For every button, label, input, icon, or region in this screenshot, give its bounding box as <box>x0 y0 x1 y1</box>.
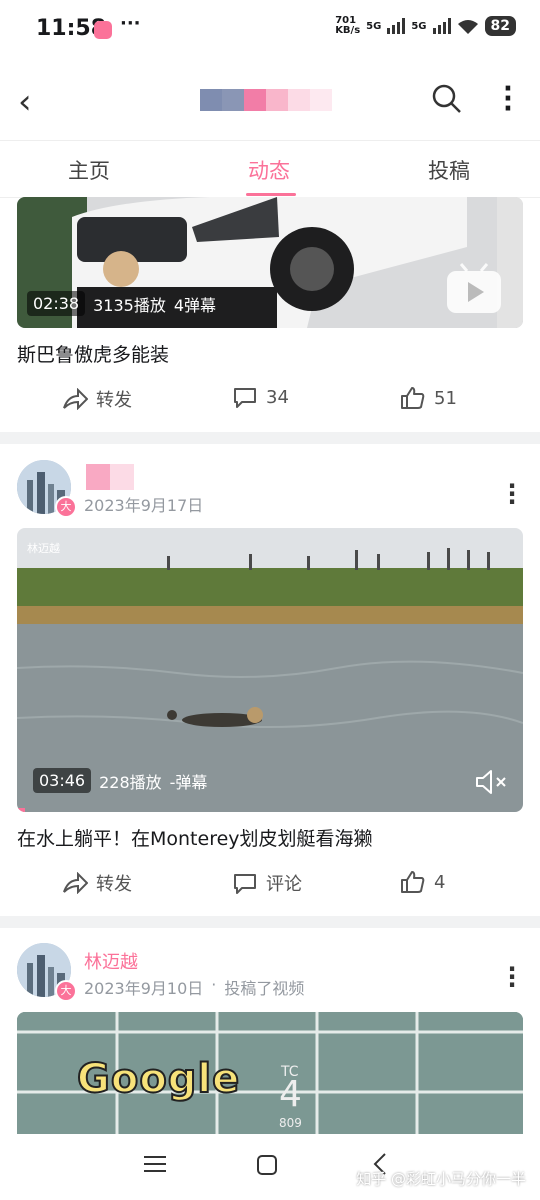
vip-badge: 大 <box>55 496 77 518</box>
status-right: 701 KB/s 5G 5G 82 <box>335 16 516 36</box>
video-meta: 02:38 3135播放 4弹幕 <box>27 291 216 316</box>
comment-count: 34 <box>266 386 289 408</box>
bilibili-tv-icon <box>447 263 501 313</box>
mute-icon[interactable] <box>475 768 511 796</box>
home-icon[interactable] <box>256 1154 278 1176</box>
share-label: 转发 <box>96 390 132 411</box>
thumbnail-number-small: 809 <box>279 1116 302 1130</box>
video-duration: 02:38 <box>27 291 86 316</box>
progress-bar <box>17 808 25 812</box>
danmaku-count: -弹幕 <box>169 772 208 792</box>
net-speed: 701 KB/s <box>335 16 360 36</box>
tab-active-indicator <box>246 193 296 196</box>
tab-home[interactable]: 主页 <box>68 155 110 185</box>
publish-info: 2023年9月10日 · 投稿了视频 <box>84 975 304 999</box>
danmaku-count: 4弹幕 <box>173 295 217 315</box>
thumbs-up-icon <box>401 387 425 409</box>
search-icon[interactable] <box>432 84 462 114</box>
username-redacted <box>86 464 134 490</box>
post-menu-icon[interactable]: · · · <box>504 957 520 997</box>
system-nav-bar <box>0 1134 540 1200</box>
video-thumbnail[interactable]: 林迈越 03:46 228播放 -弹幕 <box>17 528 523 812</box>
like-button[interactable]: 51 <box>400 386 457 410</box>
thumbs-up-icon <box>401 871 425 893</box>
comment-icon <box>234 874 256 894</box>
post-actions: 转发 34 51 <box>0 380 540 420</box>
post-divider <box>0 432 540 444</box>
comment-button[interactable]: 评论 <box>232 870 302 896</box>
menu-icon[interactable] <box>144 1154 166 1174</box>
battery-indicator: 82 <box>484 16 516 36</box>
tab-submissions[interactable]: 投稿 <box>428 155 470 185</box>
like-button[interactable]: 4 <box>400 870 445 894</box>
comment-label: 评论 <box>266 874 302 895</box>
video-title[interactable]: 斯巴鲁傲虎多能装 <box>17 340 169 367</box>
back-arrow-icon[interactable]: ‹ <box>18 82 32 122</box>
publish-date: 2023年9月17日 <box>84 496 204 515</box>
publish-date: 2023年9月10日 <box>84 979 204 998</box>
video-duration: 03:46 <box>33 768 92 793</box>
video-thumbnail[interactable]: Google TC 4 809 <box>17 1012 523 1134</box>
thumbnail-number: 4 <box>279 1074 302 1115</box>
share-icon <box>63 388 88 410</box>
signal-icon <box>387 18 406 34</box>
more-vertical-icon[interactable]: · · · <box>498 76 518 122</box>
vip-badge: 大 <box>55 980 77 1002</box>
net1-label: 5G <box>366 20 382 32</box>
share-button[interactable]: 转发 <box>62 386 132 412</box>
wifi-icon <box>457 20 478 34</box>
bilibili-notification-icon <box>94 21 112 39</box>
net2-label: 5G <box>411 20 427 32</box>
like-count: 4 <box>434 871 446 893</box>
net-speed-unit: KB/s <box>335 25 361 36</box>
video-watermark: 林迈越 <box>27 542 60 555</box>
tab-bar: 主页 动态 投稿 <box>0 140 540 198</box>
status-bar: 11:58 ··· 701 KB/s 5G 5G 82 <box>0 0 540 60</box>
bottom-watermark: 知乎 @彩虹小马分你一半 <box>356 1170 526 1188</box>
like-count: 51 <box>434 387 457 409</box>
share-icon <box>63 872 88 894</box>
separator: · <box>211 975 217 994</box>
page-title-mosaic <box>200 89 332 111</box>
comment-button[interactable]: 34 <box>232 386 289 408</box>
video-meta: 03:46 228播放 -弹幕 <box>33 768 207 793</box>
video-title[interactable]: 在水上躺平！在Monterey划皮划艇看海獭 <box>17 824 373 851</box>
thumbnail-title: Google <box>76 1055 241 1103</box>
comment-icon <box>234 388 256 408</box>
status-overflow: ··· <box>120 13 141 34</box>
post-divider <box>0 916 540 928</box>
publish-action: 投稿了视频 <box>224 979 305 998</box>
post-menu-icon[interactable]: · · · <box>504 474 520 514</box>
play-count: 3135播放 <box>93 295 166 315</box>
username[interactable]: 林迈越 <box>84 948 138 974</box>
share-button[interactable]: 转发 <box>62 870 132 896</box>
share-label: 转发 <box>96 874 132 895</box>
tab-dynamics[interactable]: 动态 <box>248 155 290 185</box>
video-thumbnail[interactable]: 02:38 3135播放 4弹幕 <box>17 197 523 328</box>
play-count: 228播放 <box>99 772 162 792</box>
post-actions: 转发 评论 4 <box>0 864 540 904</box>
signal-icon-2 <box>432 18 451 34</box>
